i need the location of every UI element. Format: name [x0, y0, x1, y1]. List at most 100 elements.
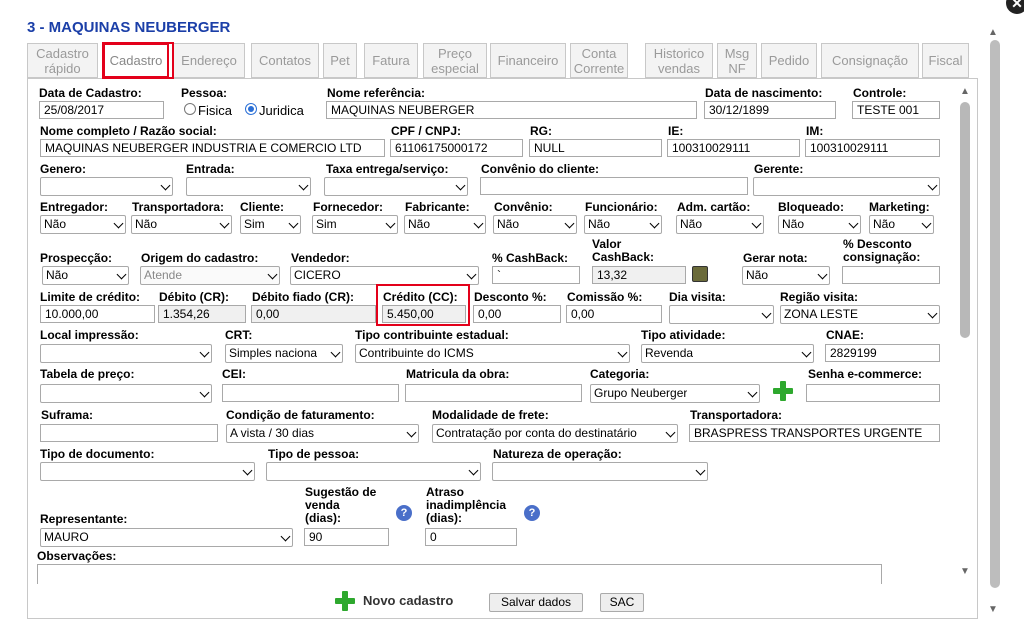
natureza-operacao-select[interactable] [492, 462, 708, 481]
chevron-down-icon [927, 180, 938, 191]
tabela-preco-select[interactable] [40, 384, 212, 403]
cliente-value: Sim [244, 217, 265, 231]
tab-pet[interactable]: Pet [323, 43, 357, 78]
regiao-visita-value: ZONA LESTE [784, 307, 859, 321]
tipo-atividade-select[interactable]: Revenda [641, 344, 814, 363]
senha-ecommerce-input[interactable] [806, 384, 940, 402]
nome-referencia-input[interactable]: MAQUINAS NEUBERGER [326, 101, 697, 119]
debito-fiado-input[interactable]: 0,00 [251, 305, 376, 323]
close-icon[interactable]: ✕ [1006, 0, 1024, 14]
categoria-select[interactable]: Grupo Neuberger [590, 384, 760, 403]
tab-pedido[interactable]: Pedido [761, 43, 817, 78]
rg-input[interactable]: NULL [529, 139, 662, 157]
pessoa-radio-juridica[interactable] [245, 103, 257, 115]
cnae-input[interactable]: 2829199 [825, 344, 940, 362]
tab-preço-especial[interactable]: Preço especial [423, 43, 487, 78]
data-cadastro-input[interactable]: 25/08/2017 [39, 101, 164, 119]
cashback-pct-input[interactable]: ` [492, 266, 580, 284]
plus-icon[interactable] [335, 591, 355, 611]
transportadora-nome-input[interactable]: BRASPRESS TRANSPORTES URGENTE [689, 424, 940, 442]
genero-select[interactable] [40, 177, 173, 196]
marketing-select[interactable]: Não [869, 215, 934, 234]
transportadora-select[interactable]: Não [131, 215, 232, 234]
convenio-cliente-input[interactable] [480, 177, 748, 195]
save-button[interactable]: Salvar dados [489, 593, 583, 612]
nome-completo-input[interactable]: MAQUINAS NEUBERGER INDUSTRIA E COMERCIO … [40, 139, 385, 157]
cei-input[interactable] [222, 384, 399, 402]
tab-cadastro-rápido[interactable]: Cadastro rápido [27, 43, 98, 78]
tipo-contribuinte-select[interactable]: Contribuinte do ICMS [355, 344, 630, 363]
tipo-documento-select[interactable] [40, 462, 255, 481]
outer-scroll-down-icon[interactable]: ▼ [988, 604, 998, 615]
gerar-nota-label: Gerar nota: [743, 251, 808, 265]
modalidade-frete-select[interactable]: Contratação por conta do destinatário [432, 424, 678, 443]
desconto-pct-input[interactable]: 0,00 [473, 305, 561, 323]
crt-select[interactable]: Simples naciona [225, 344, 343, 363]
cadastro-tab-highlight [102, 42, 174, 79]
adm-cartao-select[interactable]: Não [676, 215, 764, 234]
funcionario-select[interactable]: Não [584, 215, 662, 234]
bloqueado-select[interactable]: Não [778, 215, 861, 234]
cei-label: CEI: [222, 367, 246, 381]
entrada-select[interactable] [186, 177, 311, 196]
outer-scrollbar-thumb[interactable] [990, 40, 1000, 588]
tipo-pessoa-select[interactable] [266, 462, 481, 481]
chevron-down-icon [848, 218, 859, 229]
entregador-select[interactable]: Não [40, 215, 126, 234]
chevron-down-icon [242, 465, 253, 476]
desconto-consignacao-input[interactable] [842, 266, 940, 284]
marketing-label: Marketing: [869, 200, 930, 214]
tab-historico-vendas[interactable]: Historico vendas [645, 43, 713, 78]
gerente-select[interactable] [753, 177, 940, 196]
tab-financeiro[interactable]: Financeiro [490, 43, 566, 78]
add-category-icon[interactable] [773, 381, 793, 401]
outer-scroll-up-icon[interactable]: ▲ [988, 27, 998, 38]
cashback-calculator-icon[interactable] [692, 266, 708, 282]
tab-contatos[interactable]: Contatos [251, 43, 319, 78]
vendedor-select[interactable]: CICERO [290, 266, 479, 285]
new-registration-button[interactable]: Novo cadastro [363, 593, 453, 608]
local-impressao-select[interactable] [40, 344, 212, 363]
cliente-select[interactable]: Sim [240, 215, 301, 234]
comissao-pct-input[interactable]: 0,00 [566, 305, 662, 323]
scrollbar-thumb[interactable] [960, 102, 970, 338]
debito-cr-input[interactable]: 1.354,26 [158, 305, 246, 323]
controle-input[interactable]: TESTE 001 [852, 101, 940, 119]
cnae-label: CNAE: [826, 328, 864, 342]
im-input[interactable]: 100310029111 [805, 139, 940, 157]
page-title: 3 - MAQUINAS NEUBERGER [27, 19, 231, 36]
convenio-select[interactable]: Não [493, 215, 577, 234]
pessoa-radio-fisica[interactable] [184, 103, 196, 115]
tab-msg-nf[interactable]: Msg NF [717, 43, 757, 78]
cpf-cnpj-input[interactable]: 61106175000172 [390, 139, 523, 157]
taxa-entrega-select[interactable] [324, 177, 468, 196]
observacoes-textarea[interactable] [37, 564, 882, 584]
tab-conta-corrente[interactable]: Conta Corrente [570, 43, 628, 78]
dia-visita-select[interactable] [669, 305, 774, 324]
suframa-input[interactable] [40, 424, 218, 442]
tab-endereço[interactable]: Endereço [173, 43, 245, 78]
atraso-help-icon[interactable]: ? [524, 505, 540, 521]
fornecedor-select[interactable]: Sim [312, 215, 398, 234]
origem-cadastro-select[interactable]: Atende [140, 266, 280, 285]
valor-cashback-input[interactable]: 13,32 [592, 266, 686, 284]
limite-credito-input[interactable]: 10.000,00 [40, 305, 155, 323]
condicao-faturamento-select[interactable]: A vista / 30 dias [226, 424, 419, 443]
fabricante-select[interactable]: Não [404, 215, 486, 234]
tab-consignação[interactable]: Consignação [821, 43, 919, 78]
matricula-obra-input[interactable] [405, 384, 582, 402]
scroll-down-icon[interactable]: ▼ [960, 566, 970, 577]
sac-button[interactable]: SAC [600, 593, 644, 612]
gerar-nota-select[interactable]: Não [742, 266, 830, 285]
tab-fatura[interactable]: Fatura [364, 43, 418, 78]
scroll-up-icon[interactable]: ▲ [960, 86, 970, 97]
prospeccao-select[interactable]: Não [42, 266, 129, 285]
atraso-inadimplencia-input[interactable]: 0 [425, 528, 517, 546]
data-nascimento-input[interactable]: 30/12/1899 [704, 101, 836, 119]
sugestao-help-icon[interactable]: ? [396, 505, 412, 521]
sugestao-venda-input[interactable]: 90 [304, 528, 389, 546]
regiao-visita-select[interactable]: ZONA LESTE [780, 305, 940, 324]
representante-select[interactable]: MAURO [40, 528, 293, 547]
ie-input[interactable]: 100310029111 [667, 139, 800, 157]
tab-fiscal[interactable]: Fiscal [922, 43, 969, 78]
